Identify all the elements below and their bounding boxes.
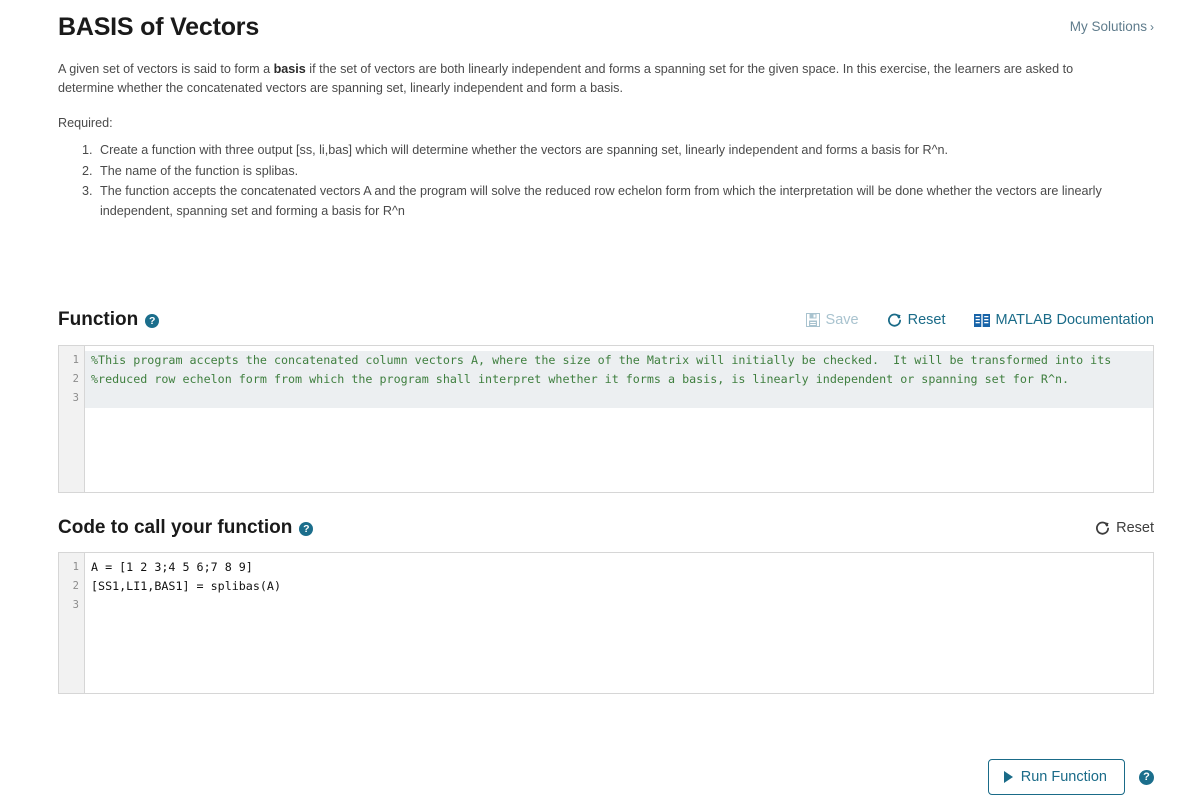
- reset-label: Reset: [1116, 520, 1154, 536]
- section-title-function: Function: [58, 309, 139, 330]
- my-solutions-link[interactable]: My Solutions ›: [1070, 19, 1154, 34]
- run-function-button[interactable]: Run Function: [987, 759, 1125, 795]
- call-code-area[interactable]: A = [1 2 3;4 5 6;7 8 9] [SS1,LI1,BAS1] =…: [85, 553, 1153, 693]
- call-title-group: Code to call your function ?: [58, 515, 314, 541]
- line-number: 3: [72, 599, 79, 611]
- chevron-right-icon: ›: [1150, 20, 1154, 34]
- reset-icon: [1095, 521, 1110, 536]
- line-number: 1: [72, 354, 79, 366]
- function-code-area[interactable]: %This program accepts the concatenated c…: [85, 346, 1153, 492]
- matlab-documentation-label: MATLAB Documentation: [995, 312, 1155, 328]
- reset-icon: [887, 313, 902, 328]
- line-number: 1: [72, 561, 79, 573]
- page-title: BASIS of Vectors: [58, 13, 260, 41]
- play-icon: [1003, 771, 1013, 783]
- save-label: Save: [825, 312, 859, 328]
- list-item: The function accepts the concatenated ve…: [96, 182, 1152, 221]
- call-section: Code to call your function ? Reset 1 2 3…: [0, 515, 1200, 694]
- function-toolbar: Save Reset MATLAB Documentation: [805, 312, 1155, 328]
- reset-function-button[interactable]: Reset: [887, 312, 946, 328]
- list-item: Create a function with three output [ss,…: [96, 141, 1152, 161]
- function-editor-gutter: 1 2 3: [59, 346, 85, 492]
- page-header: BASIS of Vectors My Solutions ›: [0, 0, 1200, 44]
- reset-label: Reset: [907, 312, 946, 328]
- assignment-page: BASIS of Vectors My Solutions › A given s…: [0, 0, 1200, 807]
- function-section: Function ? Save Reset MATLAB Documentati…: [0, 307, 1200, 493]
- list-item: The name of the function is splibas.: [96, 162, 1152, 182]
- requirements-list: Create a function with three output [ss,…: [58, 141, 1152, 221]
- call-section-header: Code to call your function ? Reset: [58, 515, 1154, 541]
- function-title-group: Function ?: [58, 307, 160, 333]
- code-line: %reduced row echelon form from which the…: [85, 370, 1153, 389]
- help-icon[interactable]: ?: [299, 522, 314, 536]
- function-code-editor[interactable]: 1 2 3 %This program accepts the concaten…: [58, 345, 1154, 493]
- save-button[interactable]: Save: [805, 312, 859, 328]
- section-title-call: Code to call your function: [58, 517, 293, 538]
- code-line: %This program accepts the concatenated c…: [85, 351, 1153, 370]
- call-code-editor[interactable]: 1 2 3 A = [1 2 3;4 5 6;7 8 9] [SS1,LI1,B…: [58, 552, 1154, 694]
- code-line: [85, 389, 1153, 408]
- intro-text-before: A given set of vectors is said to form a: [58, 62, 274, 76]
- description-intro: A given set of vectors is said to form a…: [58, 60, 1098, 98]
- book-icon: [973, 313, 990, 327]
- footer-actions: Run Function ?: [987, 759, 1154, 795]
- help-icon[interactable]: ?: [1139, 769, 1154, 785]
- help-icon[interactable]: ?: [145, 314, 160, 328]
- line-number: 3: [72, 392, 79, 404]
- line-number: 2: [72, 373, 79, 385]
- function-section-header: Function ? Save Reset MATLAB Documentati…: [58, 307, 1154, 333]
- problem-description: A given set of vectors is said to form a…: [0, 60, 1200, 221]
- save-icon: [805, 313, 820, 327]
- code-line: [SS1,LI1,BAS1] = splibas(A): [91, 579, 281, 593]
- line-number: 2: [72, 580, 79, 592]
- call-editor-gutter: 1 2 3: [59, 553, 85, 693]
- reset-call-button[interactable]: Reset: [1095, 520, 1154, 536]
- required-label: Required:: [58, 116, 113, 130]
- code-line: A = [1 2 3;4 5 6;7 8 9]: [91, 560, 253, 574]
- my-solutions-label: My Solutions: [1069, 19, 1147, 34]
- run-function-label: Run Function: [1020, 769, 1107, 785]
- call-toolbar: Reset: [1095, 520, 1154, 536]
- intro-bold-term: basis: [273, 62, 306, 76]
- matlab-documentation-button[interactable]: MATLAB Documentation: [973, 312, 1155, 328]
